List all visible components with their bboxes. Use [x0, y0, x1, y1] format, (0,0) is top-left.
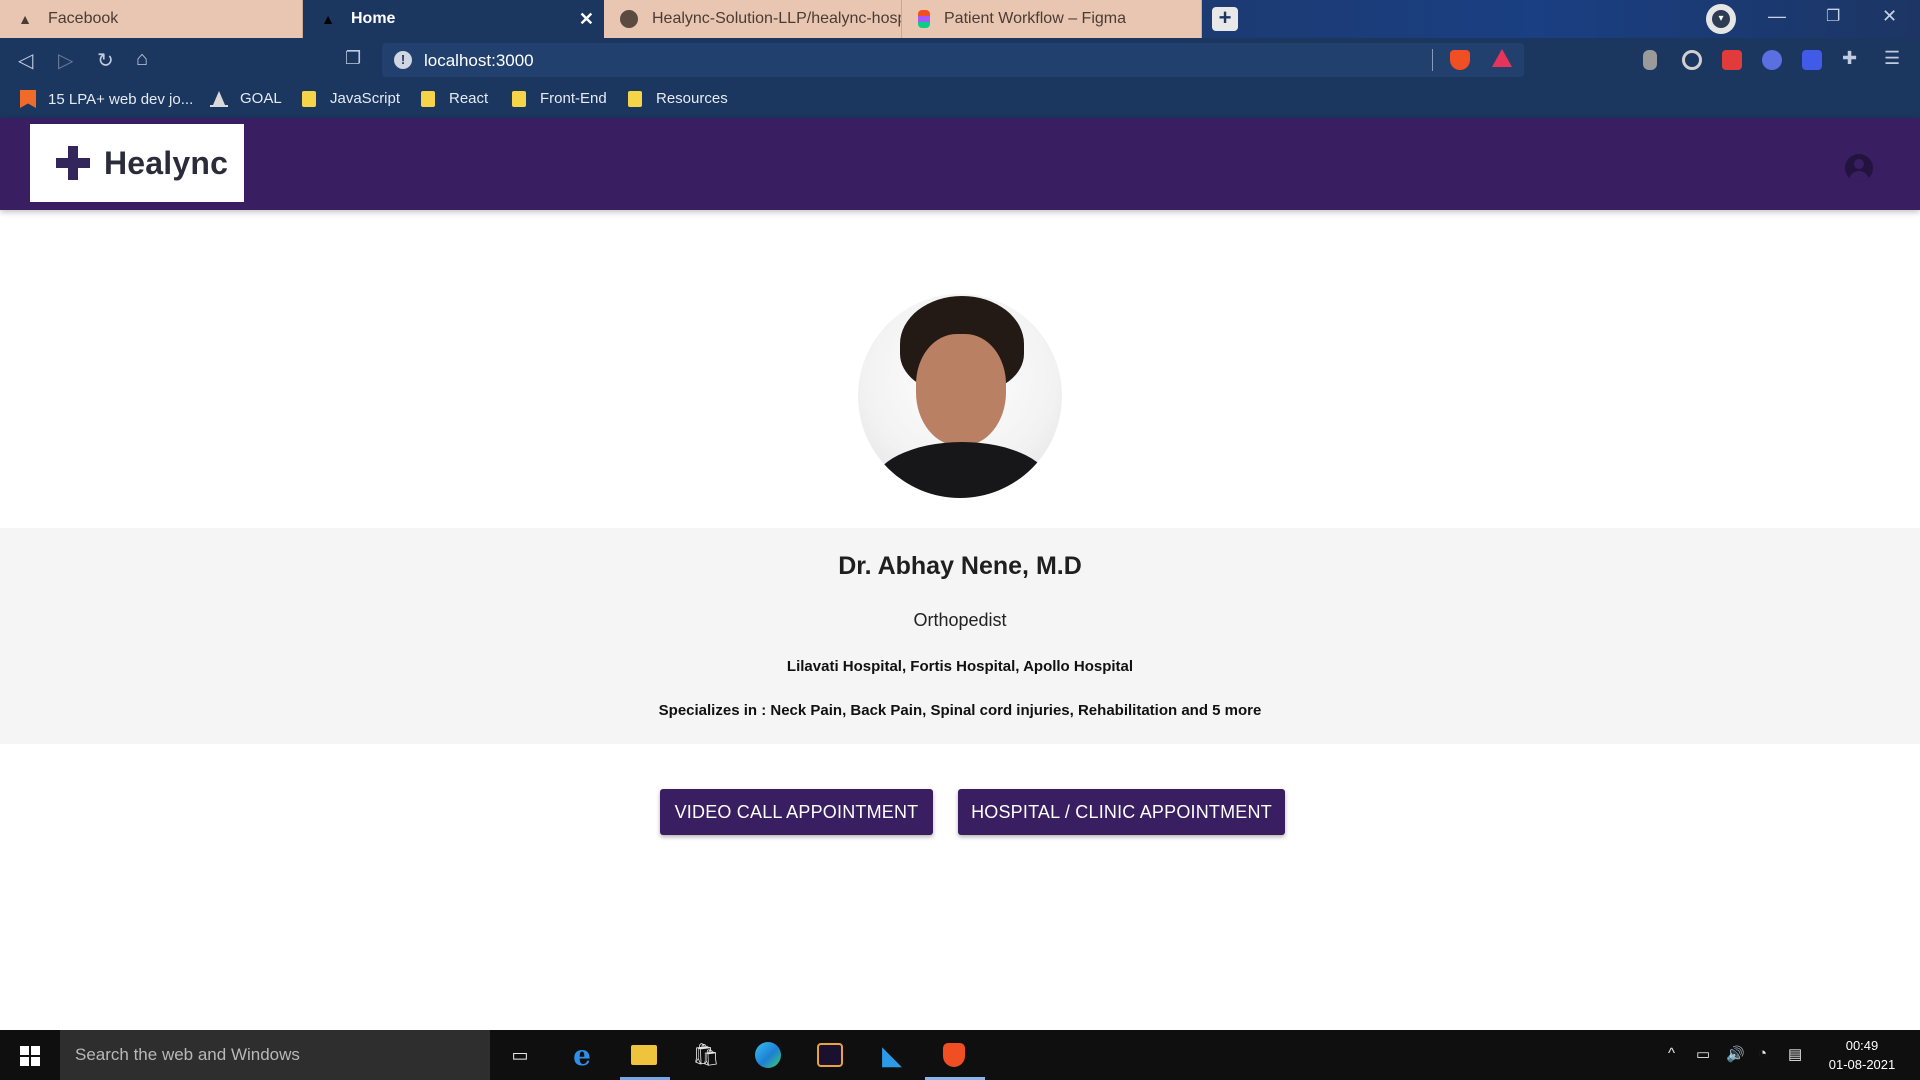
edge-icon[interactable] [754, 1042, 782, 1068]
divider [1432, 49, 1433, 71]
bookmark-item[interactable]: 15 LPA+ web dev jo... [20, 90, 193, 108]
bookmark-icon[interactable]: ❐ [345, 48, 361, 69]
brand-name: Healync [104, 144, 229, 181]
clock-time: 00:49 [1845, 1038, 1879, 1053]
show-hidden-icons[interactable]: ^ [1668, 1045, 1675, 1062]
bookmarks-bar: 15 LPA+ web dev jo... GOAL JavaScript Re… [0, 82, 1920, 118]
wifi-icon[interactable]: ◔ [1758, 1045, 1767, 1062]
windows-start-icon[interactable] [20, 1046, 40, 1066]
address-bar[interactable]: ! localhost:3000 [382, 43, 1524, 77]
bookmark-label: Resources [656, 90, 728, 107]
folder-icon [302, 90, 316, 107]
brave-rewards-icon[interactable] [1492, 49, 1512, 67]
brand-logo[interactable]: Healync [30, 124, 244, 202]
extension-gear-icon[interactable] [1762, 50, 1782, 70]
tab-title: Healync-Solution-LLP/healync-hospita [652, 10, 902, 27]
taskbar-search-input[interactable]: Search the web and Windows [60, 1030, 490, 1080]
tab-title: Home [351, 10, 396, 27]
tab-close-icon[interactable]: ✕ [579, 9, 594, 30]
doctor-specializations: Specializes in : Neck Pain, Back Pain, S… [658, 702, 1262, 719]
doctor-info-panel: Dr. Abhay Nene, M.D Orthopedist Lilavati… [0, 528, 1920, 744]
volume-icon[interactable]: 🔊 [1726, 1045, 1745, 1063]
bookmark-label: JavaScript [330, 90, 401, 107]
tab-home[interactable]: ▲ Home ✕ [303, 0, 604, 38]
extensions-puzzle-icon[interactable]: ✚ [1842, 48, 1857, 69]
bookmark-folder[interactable]: Resources [628, 90, 728, 107]
goal-icon [210, 90, 228, 107]
folder-icon [512, 90, 526, 107]
minimize-icon[interactable]: — [1768, 6, 1786, 27]
bookmark-label: GOAL [240, 90, 282, 107]
brave-favicon-icon: ▲ [18, 11, 32, 27]
profile-menu-icon[interactable]: ▾ [1706, 4, 1736, 34]
url-text[interactable]: localhost:3000 [424, 51, 534, 71]
terminal-icon[interactable] [816, 1042, 844, 1068]
tab-title: Facebook [48, 10, 119, 27]
app-header: Healync [0, 118, 1920, 210]
windows-taskbar: Search the web and Windows ▭ e 🛍 ◣ ^ ▭ 🔊… [0, 1030, 1920, 1080]
window-close-icon[interactable]: ✕ [1882, 6, 1897, 27]
doctor-hospitals: Lilavati Hospital, Fortis Hospital, Apol… [786, 658, 1134, 675]
task-view-icon[interactable]: ▭ [506, 1042, 534, 1068]
medical-cross-icon [56, 146, 90, 180]
clock-date: 01-08-2021 [1828, 1057, 1896, 1072]
clinic-appointment-button[interactable]: HOSPITAL / CLINIC APPOINTMENT [958, 789, 1285, 835]
edge-legacy-icon[interactable]: e [568, 1039, 596, 1072]
github-icon [620, 10, 638, 28]
browser-toolbar: ◁ ▷ ↻ ⌂ ❐ ! localhost:3000 ✚ ☰ [0, 38, 1920, 82]
bookmark-label: Front-End [540, 90, 607, 107]
bookmark-folder[interactable]: React [421, 90, 488, 107]
figma-icon [918, 10, 930, 28]
video-call-appointment-button[interactable]: VIDEO CALL APPOINTMENT [660, 789, 933, 835]
folder-icon [421, 90, 435, 107]
menu-icon[interactable]: ☰ [1884, 48, 1900, 69]
bookmark-label: 15 LPA+ web dev jo... [48, 90, 194, 108]
bookmark-item[interactable]: GOAL [210, 90, 282, 107]
browser-tabstrip: ▲ Facebook ▲ Home ✕ Healync-Solution-LLP… [0, 0, 1920, 38]
bookmark-folder[interactable]: Front-End [512, 90, 607, 107]
extension-red-icon[interactable] [1722, 50, 1742, 70]
notifications-icon[interactable]: ▤ [1788, 1045, 1802, 1063]
extension-icon[interactable] [1643, 50, 1657, 70]
brave-favicon-icon: ▲ [321, 11, 335, 27]
extension-target-icon[interactable] [1682, 50, 1702, 70]
system-clock[interactable]: 00:49 01-08-2021 [1818, 1036, 1906, 1074]
home-icon[interactable]: ⌂ [136, 48, 148, 71]
store-icon[interactable]: 🛍 [692, 1042, 720, 1068]
reload-icon[interactable]: ↻ [97, 48, 114, 73]
bookmark-folder[interactable]: JavaScript [302, 90, 400, 107]
bookmark-flag-icon [20, 90, 36, 108]
new-tab-button[interactable]: + [1212, 7, 1238, 31]
brave-browser-icon[interactable] [940, 1042, 968, 1068]
tab-figma[interactable]: Patient Workflow – Figma [902, 0, 1202, 38]
restore-icon[interactable]: ❐ [1826, 6, 1840, 26]
account-circle-icon[interactable] [1845, 154, 1873, 182]
doctor-specialty: Orthopedist [913, 610, 1007, 630]
extension-blue-icon[interactable] [1802, 50, 1822, 70]
bookmark-label: React [449, 90, 489, 107]
battery-icon[interactable]: ▭ [1696, 1045, 1710, 1063]
site-info-icon[interactable]: ! [394, 51, 412, 69]
back-icon[interactable]: ◁ [18, 48, 33, 73]
tab-facebook[interactable]: ▲ Facebook [0, 0, 303, 38]
doctor-avatar [858, 294, 1062, 498]
tab-title: Patient Workflow – Figma [944, 10, 1126, 27]
brave-shields-icon[interactable] [1450, 50, 1470, 70]
folder-icon [628, 90, 642, 107]
tab-github[interactable]: Healync-Solution-LLP/healync-hospita [604, 0, 902, 38]
vscode-icon[interactable]: ◣ [878, 1040, 906, 1070]
doctor-name: Dr. Abhay Nene, M.D [838, 552, 1082, 580]
file-explorer-icon[interactable] [630, 1042, 658, 1068]
forward-icon[interactable]: ▷ [58, 48, 73, 73]
